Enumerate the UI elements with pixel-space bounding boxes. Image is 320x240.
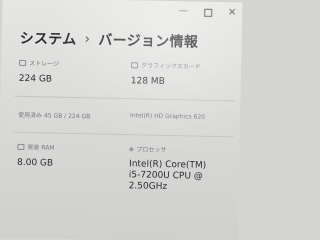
gpu-name-field: Intel(R) HD Graphics 620 <box>130 112 205 121</box>
divider <box>14 95 235 102</box>
breadcrumb-separator: › <box>84 31 91 48</box>
processor-value: Intel(R) Core(TM) i5-7200U CPU @ 2.50GHz <box>128 159 207 194</box>
ram-label: 実装 RAM <box>27 144 55 152</box>
device-specs-panel: ストレージ 224 GB グラフィックスカード 128 MB 使用済み 45 G… <box>6 52 243 240</box>
processor-field: プロセッサ Intel(R) Core(TM) i5-7200U CPU @ 2… <box>128 144 207 194</box>
storage-used-field: 使用済み 45 GB / 224 GB <box>18 110 90 121</box>
processor-label: プロセッサ <box>136 146 167 154</box>
graphics-card-icon <box>131 61 139 68</box>
minimize-icon[interactable]: — <box>179 6 188 16</box>
graphics-card-label: グラフィックスカード <box>141 62 201 71</box>
ram-field: 実装 RAM 8.00 GB <box>17 142 55 170</box>
ram-value: 8.00 GB <box>16 157 54 169</box>
page-title: バージョン情報 <box>98 32 199 51</box>
restore-icon[interactable] <box>203 8 212 17</box>
storage-used-label: 使用済み 45 GB / 224 GB <box>18 111 91 121</box>
storage-label: ストレージ <box>29 60 60 68</box>
divider <box>13 131 234 138</box>
processor-value-line: 2.50GHz <box>128 181 168 193</box>
graphics-card-field: グラフィックスカード 128 MB <box>131 60 201 88</box>
close-icon[interactable]: ✕ <box>228 7 237 18</box>
window-controls: — ✕ <box>179 6 237 18</box>
gpu-name-label: Intel(R) HD Graphics 620 <box>130 112 206 121</box>
graphics-card-value: 128 MB <box>130 76 165 87</box>
processor-icon <box>129 146 134 151</box>
breadcrumb: システム › バージョン情報 <box>19 28 199 52</box>
storage-icon <box>19 59 27 66</box>
storage-value: 224 GB <box>18 73 53 85</box>
settings-screen: — ✕ システム › バージョン情報 ストレージ 224 GB グラフィックスカ… <box>0 0 243 240</box>
breadcrumb-parent[interactable]: システム <box>19 28 77 49</box>
memory-icon <box>17 143 25 150</box>
storage-field: ストレージ 224 GB <box>19 58 59 86</box>
